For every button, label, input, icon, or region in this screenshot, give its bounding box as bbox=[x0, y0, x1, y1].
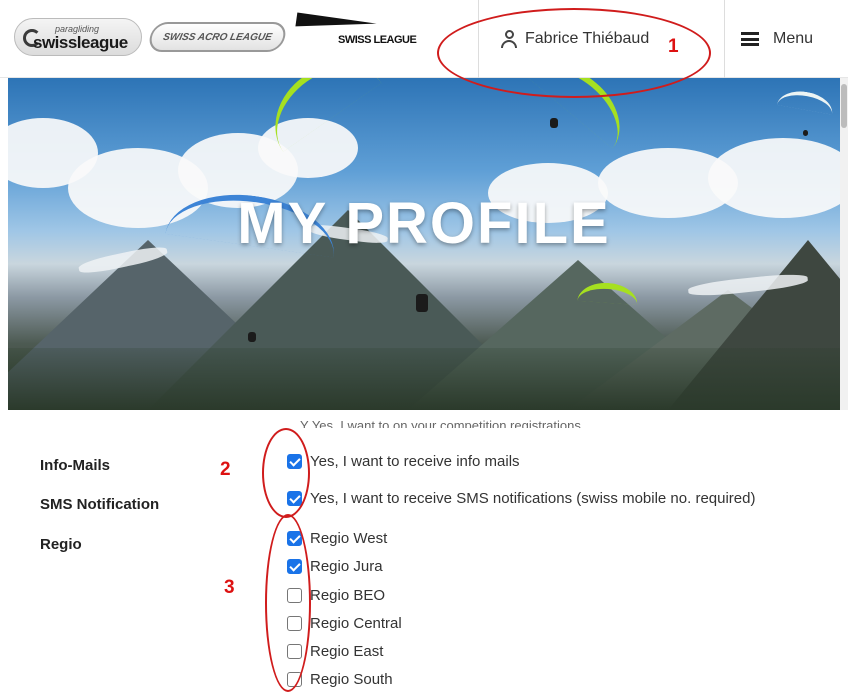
info-mails-option-label: Yes, I want to receive info mails bbox=[310, 453, 520, 470]
menu-label: Menu bbox=[773, 30, 814, 47]
regio-option-label: Regio East bbox=[310, 643, 384, 660]
regio-option-label: Regio Jura bbox=[310, 558, 383, 575]
hang-gliding-league-logo[interactable]: SWISS LEAGUE bbox=[295, 12, 426, 58]
regio-option-label: Regio South bbox=[310, 671, 393, 688]
logo-text: swissleague bbox=[33, 33, 128, 52]
annotation-number-1: 1 bbox=[668, 36, 679, 57]
regio-label: Regio bbox=[40, 536, 82, 553]
site-header: paragliding swissleague SWISS ACRO LEAGU… bbox=[0, 0, 848, 78]
regio-option[interactable]: Regio South bbox=[287, 671, 393, 688]
regio-option-label: Regio West bbox=[310, 530, 388, 547]
hamburger-icon bbox=[741, 32, 759, 46]
annotation-number-3: 3 bbox=[224, 577, 235, 598]
info-mails-option[interactable]: Yes, I want to receive info mails bbox=[287, 453, 520, 470]
regio-option-label: Regio Central bbox=[310, 615, 402, 632]
menu-button[interactable]: Menu bbox=[724, 0, 848, 78]
regio-option-label: Regio BEO bbox=[310, 587, 386, 604]
page-scrollbar[interactable] bbox=[840, 78, 848, 410]
annotation-number-2: 2 bbox=[220, 459, 231, 480]
page-title: MY PROFILE bbox=[237, 191, 611, 256]
acro-logo-text: SWISS ACRO LEAGUE bbox=[162, 31, 273, 43]
sms-option[interactable]: Yes, I want to receive SMS notifications… bbox=[287, 490, 755, 507]
annotation-ellipse-3 bbox=[265, 514, 311, 692]
scrollbar-thumb[interactable] bbox=[841, 84, 847, 128]
sms-notification-label: SMS Notification bbox=[40, 496, 160, 513]
swiss-acro-league-logo[interactable]: SWISS ACRO LEAGUE bbox=[146, 22, 289, 52]
hg-logo-text: SWISS LEAGUE bbox=[338, 34, 417, 46]
clipped-text: Y Yes, I want to on your competition reg… bbox=[300, 418, 585, 428]
sms-option-label: Yes, I want to receive SMS notifications… bbox=[310, 490, 756, 507]
hero-banner: MY PROFILE bbox=[8, 78, 840, 410]
swissleague-logo[interactable]: paragliding swissleague bbox=[14, 18, 142, 56]
info-mails-label: Info-Mails bbox=[40, 457, 110, 474]
annotation-ellipse-2 bbox=[262, 428, 310, 518]
